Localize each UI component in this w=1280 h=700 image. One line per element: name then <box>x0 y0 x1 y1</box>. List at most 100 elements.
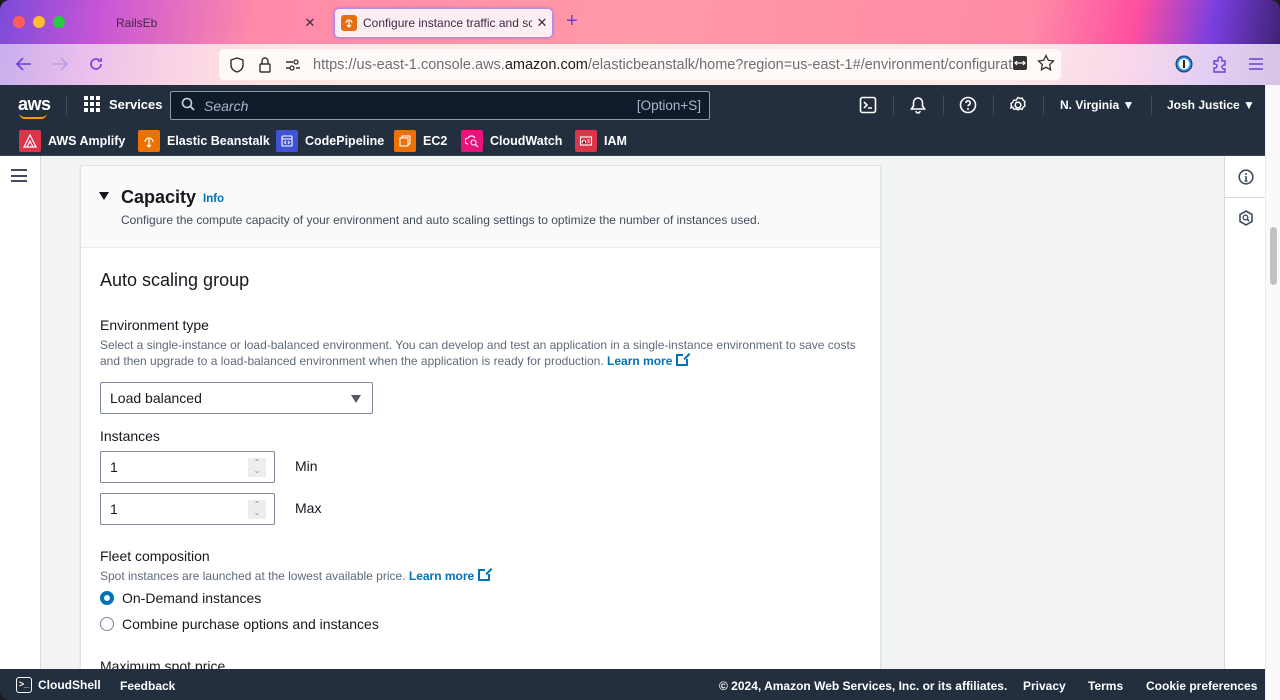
favorite-codepipeline[interactable]: CodePipeline <box>276 130 384 152</box>
cloudshell-label: CloudShell <box>38 678 101 692</box>
divider <box>943 95 944 115</box>
favorite-label: IAM <box>604 134 627 148</box>
cloudshell-icon[interactable] <box>858 95 878 115</box>
radio-on-demand[interactable]: On-Demand instances <box>100 590 261 606</box>
bell-icon[interactable] <box>908 95 928 115</box>
password-manager-icon[interactable] <box>1173 53 1195 75</box>
capacity-header[interactable]: Capacity Info Configure the compute capa… <box>81 166 880 248</box>
privacy-link[interactable]: Privacy <box>1023 679 1066 693</box>
capacity-title: Capacity <box>121 187 197 207</box>
services-menu-button[interactable]: Services <box>84 96 163 112</box>
learn-more-link[interactable]: Learn more <box>607 354 672 368</box>
lock-icon[interactable] <box>255 55 275 75</box>
terms-label: Terms <box>1088 679 1124 693</box>
cookie-preferences-label: Cookie preferences <box>1146 679 1258 693</box>
user-name: Josh Justice <box>1167 98 1240 112</box>
caret-down-icon: ▼ <box>1243 98 1255 112</box>
new-tab-icon[interactable]: + <box>566 11 578 31</box>
search-icon <box>181 97 195 115</box>
favorite-label: CodePipeline <box>305 134 385 148</box>
hamburger-menu-icon[interactable] <box>11 169 27 182</box>
browser-tab-configure[interactable]: Configure instance traffic and sc ✕ <box>334 8 553 38</box>
browser-chrome: RailsEb ✕ Configure instance traffic and… <box>0 0 1280 85</box>
terms-link[interactable]: Terms <box>1088 679 1123 693</box>
page-scrollbar[interactable] <box>1265 85 1280 700</box>
aws-smile-icon <box>19 113 47 119</box>
help-icon[interactable] <box>958 95 978 115</box>
gear-icon[interactable] <box>1008 95 1028 115</box>
window-minimize-button[interactable] <box>33 16 45 28</box>
chevron-down-icon[interactable] <box>1211 12 1225 28</box>
url-bar[interactable]: https://us-east-1.console.aws.amazon.com… <box>219 49 1061 80</box>
browser-tab-railseb[interactable]: RailsEb ✕ <box>100 8 328 38</box>
favorite-elastic-beanstalk[interactable]: Elastic Beanstalk <box>138 130 270 152</box>
aws-logo[interactable]: aws <box>18 94 51 119</box>
codepipeline-icon <box>276 130 298 152</box>
caret-down-icon[interactable] <box>99 192 109 200</box>
radio-combine-purchase[interactable]: Combine purchase options and instances <box>100 616 379 632</box>
url-prefix: https://us-east-1.console.aws. <box>313 56 505 73</box>
caret-down-icon: ▼ <box>1122 98 1135 112</box>
scrollbar-thumb[interactable] <box>1270 227 1277 285</box>
cookie-preferences-link[interactable]: Cookie preferences <box>1146 679 1257 693</box>
max-instances-input[interactable]: 1 ⌃ ⌄ <box>100 493 275 525</box>
cloudshell-button[interactable]: >_ CloudShell <box>16 677 101 693</box>
instances-label: Instances <box>100 428 160 444</box>
hexagon-search-icon[interactable] <box>1225 197 1266 238</box>
window-zoom-button[interactable] <box>53 16 65 28</box>
cloudshell-icon: >_ <box>16 677 32 693</box>
tab-strip: RailsEb ✕ Configure instance traffic and… <box>0 0 1280 44</box>
learn-more-link[interactable]: Learn more <box>409 569 474 583</box>
shield-icon[interactable] <box>227 55 247 75</box>
url-suffix: /elasticbeanstalk/home?region=us-east-1#… <box>587 56 1013 73</box>
tab-close-icon[interactable]: ✕ <box>300 15 320 31</box>
search-input[interactable]: Search [Option+S] <box>170 91 710 120</box>
info-link[interactable]: Info <box>203 193 224 205</box>
radio-button-checked[interactable] <box>100 591 114 605</box>
stepper-icon[interactable]: ⌃ ⌄ <box>248 458 266 477</box>
ec2-icon <box>394 130 416 152</box>
bookmark-star-icon[interactable] <box>1037 53 1055 77</box>
copyright-text: © 2024, Amazon Web Services, Inc. or its… <box>719 679 1007 693</box>
app-menu-icon[interactable] <box>1245 53 1267 75</box>
min-instances-input[interactable]: 1 ⌃ ⌄ <box>100 451 275 483</box>
window-close-button[interactable] <box>13 16 25 28</box>
grid-icon <box>84 96 100 112</box>
favorite-ec2[interactable]: EC2 <box>394 130 447 152</box>
url-text[interactable]: https://us-east-1.console.aws.amazon.com… <box>313 57 1013 73</box>
environment-type-select[interactable]: Load balanced <box>100 382 373 414</box>
favorite-cloudwatch[interactable]: CloudWatch <box>461 130 562 152</box>
side-navigation <box>0 156 41 669</box>
elastic-beanstalk-favicon-icon <box>341 15 357 31</box>
fleet-composition-label: Fleet composition <box>100 548 210 564</box>
input-value: 1 <box>110 459 118 475</box>
url-domain: amazon.com <box>504 56 588 73</box>
reload-icon[interactable] <box>85 53 107 75</box>
stepper-icon[interactable]: ⌃ ⌄ <box>248 500 266 519</box>
region-selector[interactable]: N. Virginia ▼ <box>1060 98 1134 112</box>
feedback-link[interactable]: Feedback <box>120 679 175 693</box>
select-value: Load balanced <box>110 390 202 406</box>
external-link-icon <box>676 353 690 366</box>
aws-logo-text: aws <box>18 94 51 114</box>
site-settings-icon[interactable] <box>283 55 303 75</box>
reader-view-icon[interactable] <box>1011 54 1029 77</box>
services-label: Services <box>109 96 163 112</box>
tab-close-icon[interactable]: ✕ <box>532 15 552 31</box>
search-placeholder: Search <box>204 97 249 114</box>
back-arrow-icon[interactable] <box>13 53 35 75</box>
forward-arrow-icon[interactable] <box>49 53 71 75</box>
favorite-label: CloudWatch <box>490 134 563 148</box>
user-menu[interactable]: Josh Justice ▼ <box>1167 98 1255 112</box>
favorite-iam[interactable]: IAM <box>575 130 627 152</box>
elastic-beanstalk-icon <box>138 130 160 152</box>
favorite-aws-amplify[interactable]: AWS Amplify <box>19 130 125 152</box>
auto-scaling-group-title: Auto scaling group <box>100 270 250 290</box>
radio-button[interactable] <box>100 617 114 631</box>
extensions-puzzle-icon[interactable] <box>1209 53 1231 75</box>
favorite-label: EC2 <box>423 134 448 148</box>
max-label: Max <box>295 500 322 516</box>
tools-panel <box>1224 156 1266 669</box>
info-circle-icon[interactable] <box>1225 156 1266 197</box>
maximum-spot-price-label: Maximum spot price <box>100 658 226 669</box>
